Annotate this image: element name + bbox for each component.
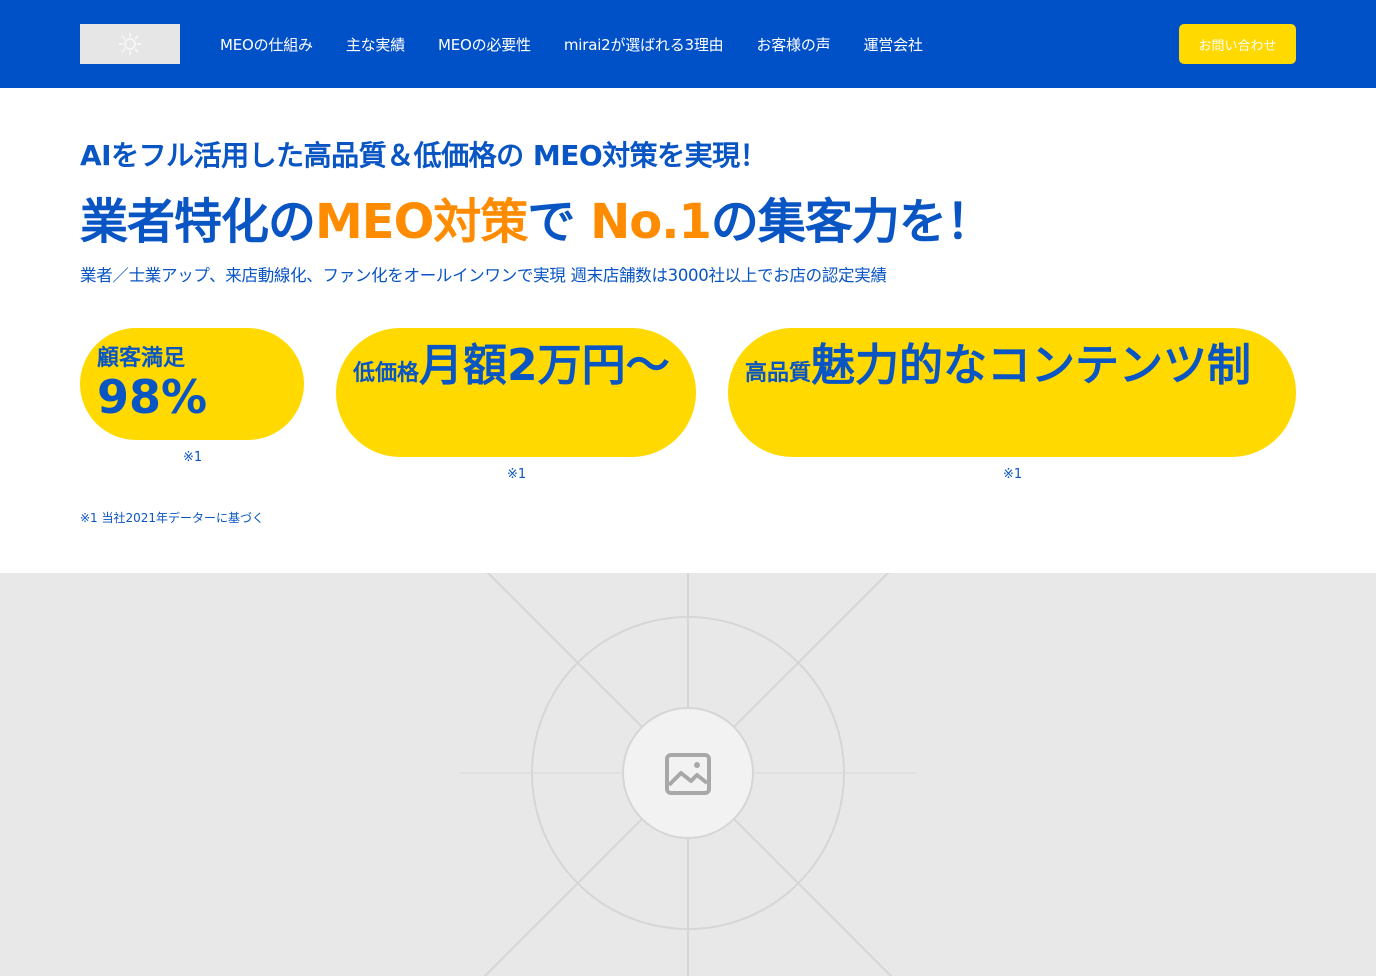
feature-badge-quality: 高品質魅力的なコンテンツ制 [728,328,1296,457]
main-nav: MEOの仕組み 主な実績 MEOの必要性 mirai2が選ばれる3理由 お客様の… [220,0,956,88]
feature-note: ※1 [507,467,527,482]
hero-title-highlight-no1: No.1 [590,194,712,250]
hero-title-part3: で [527,194,575,250]
feature-label: 高品質 [745,361,812,386]
site-logo[interactable] [80,24,180,64]
feature-value: 98% [97,370,208,424]
hero-title-part5: の集客力を！ [710,194,994,250]
contact-button[interactable]: お問い合わせ [1179,24,1296,64]
nav-item-company[interactable]: 運営会社 [863,34,922,55]
nav-item-reasons[interactable]: mirai2が選ばれる3理由 [564,34,724,55]
footnote: ※1 当社2021年データーに基づく [80,511,265,525]
feature-badge-price: 低価格月額2万円〜 [336,328,696,457]
logo-icon [119,33,141,55]
feature-note: ※1 [1003,467,1023,482]
image-placeholder [0,573,1376,976]
feature-value: 月額2万円〜 [419,340,670,391]
feature-value: 魅力的なコンテンツ制 [811,340,1252,391]
nav-item-meo-mechanism[interactable]: MEOの仕組み [220,34,313,55]
hero-title-part1: 業者特化の [80,194,316,250]
hero-description: 業者／士業アップ、来店動線化、ファン化をオールインワンで実現 週末店舗数は300… [80,266,887,285]
image-icon [665,753,711,795]
hero-subtitle: AIをフル活用した高品質＆低価格の MEO対策を実現！ [80,139,768,172]
site-header: MEOの仕組み 主な実績 MEOの必要性 mirai2が選ばれる3理由 お客様の… [0,0,1376,88]
feature-badge-satisfaction: 顧客満足 98% [80,328,304,440]
nav-item-achievements[interactable]: 主な実績 [346,34,405,55]
hero-title: 業者特化のMEO対策で No.1の集客力を！ [80,182,994,252]
feature-label: 低価格 [353,361,420,386]
nav-item-testimonials[interactable]: お客様の声 [756,34,830,55]
feature-note: ※1 [183,450,203,465]
hero-title-highlight-meo: MEO対策 [315,194,528,250]
nav-item-meo-necessity[interactable]: MEOの必要性 [438,34,531,55]
